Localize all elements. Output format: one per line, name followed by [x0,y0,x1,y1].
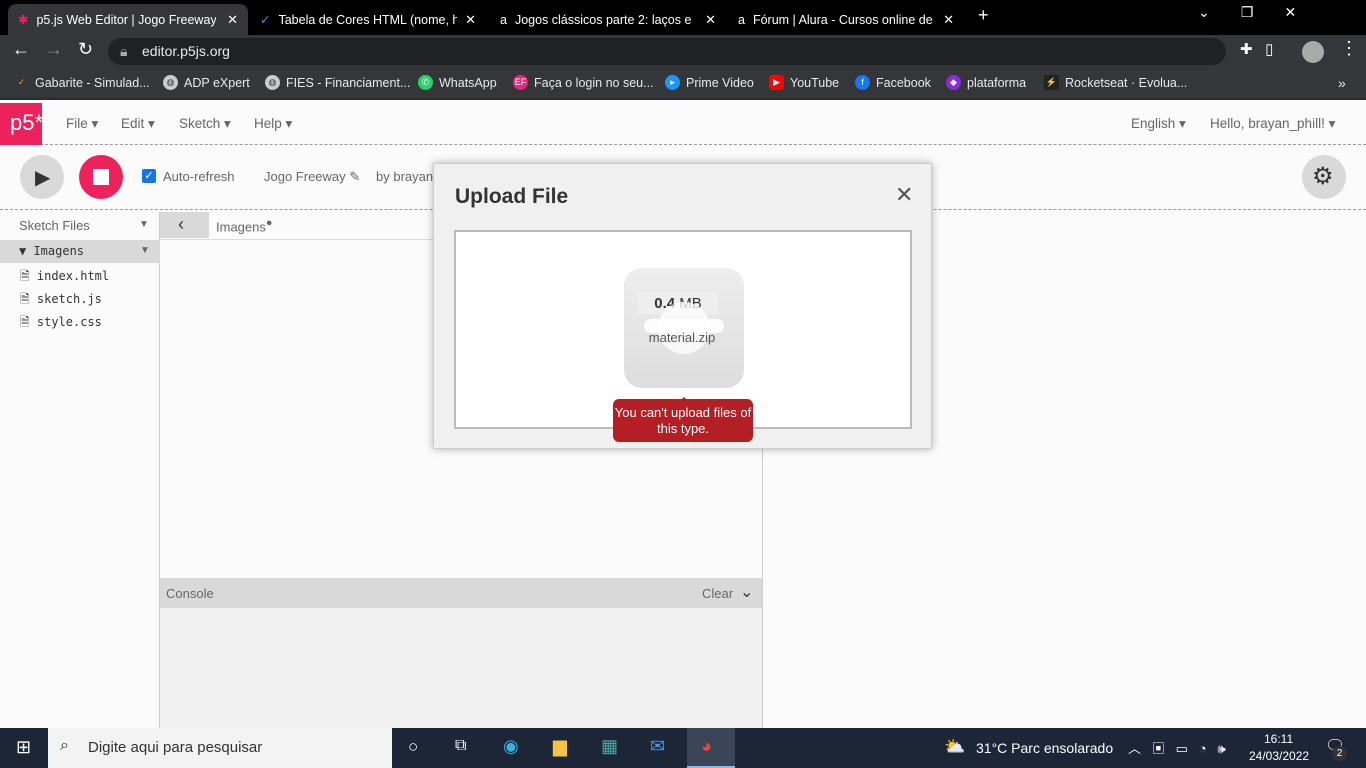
forward-icon[interactable]: → [45,39,63,60]
bookmark[interactable]: ⚡ Rocketseat · Evolua... [1044,75,1187,90]
bookmark[interactable]: f Facebook [855,75,931,90]
language-select[interactable]: English ▾ [1131,116,1186,132]
tab-forum[interactable]: a Fórum | Alura - Cursos online de ✕ [728,4,964,35]
bookmark[interactable]: EF Faça o login no seu... [513,75,654,90]
tab-jogos[interactable]: a Jogos clássicos parte 2: laços e lis ✕ [490,4,726,35]
file-index-html[interactable]: 🗎︎ index.html [20,267,109,288]
alura-icon: a [738,12,745,27]
menu-icon[interactable]: ⋮ [1340,38,1358,59]
console-clear-button[interactable]: Clear [702,586,733,601]
close-tab-icon[interactable]: ✕ [943,12,954,28]
notification-badge: 2 [1332,746,1347,761]
tab-cores[interactable]: ✓ Tabela de Cores HTML (nome, hex ✕ [250,4,486,35]
reload-icon[interactable]: ↻ [78,39,93,60]
current-file-tab[interactable]: Imagens● [216,217,272,234]
user-menu[interactable]: Hello, brayan_phill! ▾ [1210,116,1335,132]
bookmark[interactable]: ◍ FIES - Financiament... [265,75,410,90]
upload-modal: Upload File ✕ 0.4 MB material.zip You ca… [433,163,932,449]
folder-imagens[interactable]: ▼ Imagens ▼ [0,240,160,263]
clock-date[interactable]: 24/03/2022 [1249,749,1309,763]
weather-icon: ⛅ [944,737,966,756]
extensions-icon[interactable]: ✚ ▯ [1240,40,1273,58]
close-tab-icon[interactable]: ✕ [705,12,716,28]
sidebar-title: Sketch Files [19,218,90,233]
more-bookmarks-icon[interactable]: » [1338,75,1346,91]
sketch-owner: by brayan [376,169,434,184]
chrome-icon: ◕ [701,736,712,756]
store-icon[interactable]: ▦ [601,736,618,757]
stop-icon [93,169,109,185]
bookmark[interactable]: ▶ YouTube [769,75,839,90]
close-tab-icon[interactable]: ✕ [465,12,476,28]
auto-refresh-label: Auto-refresh [163,169,235,184]
error-tooltip: You can't upload files of this type. [613,399,753,442]
menu-help[interactable]: Help ▾ [254,116,292,132]
clock-time[interactable]: 16:11 [1264,732,1293,746]
p5-icon: ✱ [18,13,29,27]
console-header: Console Clear ⌄ [160,578,762,608]
search-icon: ⌕ [60,737,69,754]
bookmark[interactable]: ▸ Prime Video [665,75,754,90]
file-style-css[interactable]: 🗎︎ style.css [20,313,102,334]
menu-edit[interactable]: Edit ▾ [121,116,155,132]
collapse-sidebar-button[interactable]: ‹ [160,212,209,238]
menu-sketch[interactable]: Sketch ▾ [179,116,231,132]
explorer-icon[interactable]: ▆ [553,736,567,757]
chevron-down-icon[interactable]: ⌄ [740,582,753,602]
mail-icon[interactable]: ✉ [650,736,665,757]
edge-icon[interactable]: ◉ [503,736,519,757]
modal-title: Upload File [455,185,569,208]
taskbar: ⊞ ⌕ Digite aqui para pesquisar ○ ⧉ ◉ ▆ ▦ … [0,728,1366,768]
tab-p5[interactable]: ✱ p5.js Web Editor | Jogo Freeway ✕ [8,4,248,35]
weather-text[interactable]: 31°C Parc ensolarado [976,740,1113,756]
stop-button[interactable] [79,155,123,199]
play-button[interactable]: ▶ [20,155,64,199]
lock-icon: 🔒︎ [120,43,128,59]
bookmark[interactable]: ◍ ADP eXpert [163,75,250,90]
console-body [160,608,762,728]
sketch-name[interactable]: Jogo Freeway ✎ [264,169,360,185]
url-input[interactable]: 🔒︎ editor.p5js.org [108,38,1226,65]
bookmark[interactable]: ✆ WhatsApp [418,75,497,90]
chrome-taskbar-button[interactable]: ◕ [687,728,735,768]
dropzone[interactable]: 0.4 MB material.zip You can't upload fil… [454,230,912,442]
bookmark[interactable]: ◆ plataforma [946,75,1026,90]
sidebar-menu-icon[interactable]: ▼ [139,219,149,230]
avatar[interactable] [1302,41,1324,63]
alura-icon: a [500,12,507,27]
settings-button[interactable]: ⚙ [1302,155,1346,199]
window-controls[interactable]: ⌄ ❐ ✕ [1198,4,1296,21]
file-name: material.zip [648,330,716,345]
file-preview: 0.4 MB material.zip [624,268,744,388]
auto-refresh-checkbox[interactable]: ✓ [142,169,156,183]
p5-logo[interactable]: p5* [0,103,43,145]
cortana-icon[interactable]: ○ [408,737,418,757]
tab-bar: ✱ p5.js Web Editor | Jogo Freeway ✕ ✓ Tabel… [0,0,1366,35]
new-tab-button[interactable]: + [978,5,989,26]
bookmarks-bar: ✓ Gabarite - Simulad... ◍ ADP eXpert ◍ FIES… [0,68,1366,100]
bookmark[interactable]: ✓ Gabarite - Simulad... [14,75,150,90]
task-view-icon[interactable]: ⧉ [455,737,466,755]
close-modal-button[interactable]: ✕ [895,182,913,208]
file-sketch-js[interactable]: 🗎︎ sketch.js [20,290,102,311]
menu-file[interactable]: File ▾ [66,116,98,132]
site-icon: ✓ [260,13,271,27]
sidebar: Sketch Files ▼ ▼ Imagens ▼ 🗎︎ index.html… [0,212,160,728]
console-title: Console [166,586,214,601]
back-icon[interactable]: ← [12,39,30,60]
taskbar-search[interactable]: ⌕ Digite aqui para pesquisar [48,728,392,768]
close-tab-icon[interactable]: ✕ [227,12,238,28]
windows-start-icon[interactable]: ⊞ [16,737,31,758]
folder-menu-icon: ▼ [140,245,150,256]
tray-icons[interactable]: ︿ ▣ ▭ ◔ 🕪︎ [1128,738,1226,757]
